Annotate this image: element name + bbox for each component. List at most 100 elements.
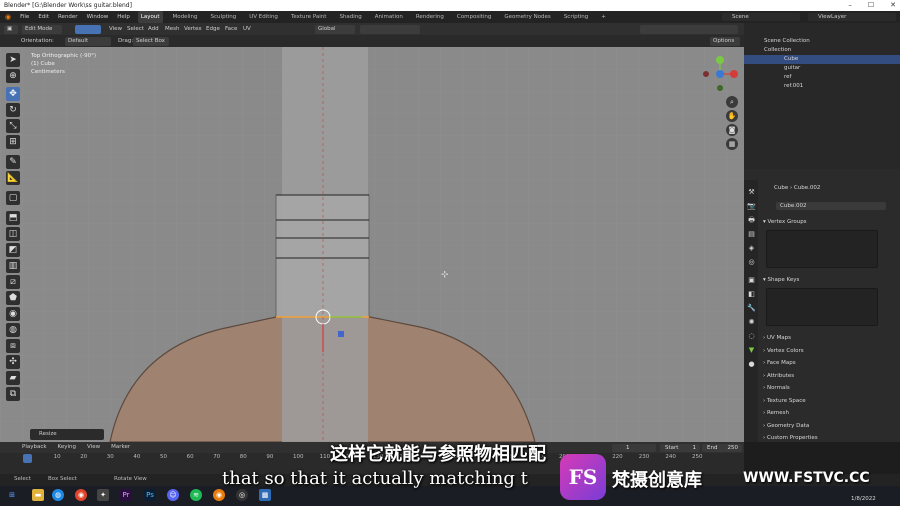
camera-icon[interactable]: ◙ bbox=[726, 124, 738, 136]
output-tab-icon[interactable]: 🖶 bbox=[747, 216, 756, 225]
panel-uv-maps[interactable]: › UV Maps bbox=[763, 334, 791, 343]
edge-slide-tool-icon[interactable]: ⧈ bbox=[6, 339, 20, 353]
blender-logo-icon[interactable]: ◉ bbox=[4, 11, 12, 23]
timeline-menu-view[interactable]: View bbox=[87, 442, 100, 453]
material-tab-icon[interactable]: ● bbox=[747, 360, 756, 369]
bevel-tool-icon[interactable]: ◩ bbox=[6, 243, 20, 257]
physics-tab-icon[interactable]: ◌ bbox=[747, 332, 756, 341]
panel-attributes[interactable]: › Attributes bbox=[763, 372, 794, 381]
shape-keys-list[interactable] bbox=[766, 288, 878, 326]
panel-vertex-groups[interactable]: ▾ Vertex Groups bbox=[763, 218, 807, 227]
collection-tab-icon[interactable]: ▣ bbox=[747, 276, 756, 285]
discord-icon[interactable]: ☺ bbox=[167, 489, 179, 501]
transform-orientation-selector[interactable]: Global bbox=[315, 24, 355, 34]
shear-tool-icon[interactable]: ▰ bbox=[6, 371, 20, 385]
navigation-gizmo[interactable] bbox=[698, 52, 742, 96]
world-tab-icon[interactable]: ◎ bbox=[747, 258, 756, 267]
playhead[interactable] bbox=[23, 454, 32, 463]
menu-select[interactable]: Select bbox=[127, 23, 144, 35]
photos-icon[interactable]: ▩ bbox=[259, 489, 271, 501]
view-layer-selector[interactable]: ViewLayer bbox=[808, 13, 896, 21]
scene-tab-icon[interactable]: ◈ bbox=[747, 244, 756, 253]
snapping-controls[interactable] bbox=[360, 24, 420, 34]
inset-tool-icon[interactable]: ◫ bbox=[6, 227, 20, 241]
spotify-icon[interactable]: ≋ bbox=[190, 489, 202, 501]
menu-file[interactable]: File bbox=[19, 11, 30, 23]
menu-view[interactable]: View bbox=[109, 23, 122, 35]
close-icon[interactable]: ✕ bbox=[890, 0, 896, 11]
particles-tab-icon[interactable]: ✺ bbox=[747, 318, 756, 327]
chrome-icon[interactable]: ◉ bbox=[75, 489, 87, 501]
windows-start-icon[interactable]: ⊞ bbox=[6, 489, 18, 501]
loop-cut-tool-icon[interactable]: ▥ bbox=[6, 259, 20, 273]
premiere-icon[interactable]: Pr bbox=[120, 489, 132, 501]
shrink-fatten-tool-icon[interactable]: ✣ bbox=[6, 355, 20, 369]
menu-help[interactable]: Help bbox=[116, 11, 131, 23]
transform-tool-icon[interactable]: ⊞ bbox=[6, 135, 20, 149]
timeline-menu-marker[interactable]: Marker bbox=[111, 442, 130, 453]
knife-tool-icon[interactable]: ⧄ bbox=[6, 275, 20, 289]
outliner-item-guitar[interactable]: guitar bbox=[744, 64, 900, 73]
file-explorer-icon[interactable]: ▬ bbox=[32, 489, 44, 501]
start-frame-field[interactable]: Start 1 bbox=[660, 444, 700, 452]
add-cube-tool-icon[interactable]: ▢ bbox=[6, 191, 20, 205]
photoshop-icon[interactable]: Ps bbox=[144, 489, 156, 501]
menu-edit[interactable]: Edit bbox=[37, 11, 50, 23]
extrude-tool-icon[interactable]: ⬒ bbox=[6, 211, 20, 225]
pan-hand-icon[interactable]: ✋ bbox=[726, 110, 738, 122]
menu-mesh[interactable]: Mesh bbox=[165, 23, 179, 35]
blender-taskbar-icon[interactable]: ◉ bbox=[213, 489, 225, 501]
timeline-menu-keying[interactable]: Keying bbox=[58, 442, 76, 453]
move-tool-icon[interactable]: ✥ bbox=[6, 87, 20, 101]
tab-texture-paint[interactable]: Texture Paint bbox=[288, 11, 330, 23]
tab-rendering[interactable]: Rendering bbox=[413, 11, 447, 23]
orientation-dropdown[interactable]: Default bbox=[65, 36, 111, 46]
smooth-tool-icon[interactable]: ◍ bbox=[6, 323, 20, 337]
scale-tool-icon[interactable]: ⤡ bbox=[6, 119, 20, 133]
panel-face-maps[interactable]: › Face Maps bbox=[763, 359, 796, 368]
mode-selector[interactable]: Edit Mode bbox=[22, 24, 62, 34]
zoom-icon[interactable]: ⌕ bbox=[726, 96, 738, 108]
tab-compositing[interactable]: Compositing bbox=[454, 11, 494, 23]
menu-window[interactable]: Window bbox=[86, 11, 110, 23]
maximize-icon[interactable]: ☐ bbox=[868, 0, 874, 11]
object-tab-icon[interactable]: ◧ bbox=[747, 290, 756, 299]
shading-mode-buttons[interactable] bbox=[640, 24, 738, 34]
drag-dropdown[interactable]: Select Box bbox=[133, 36, 169, 46]
outliner-item-ref[interactable]: ref bbox=[744, 73, 900, 82]
menu-edge[interactable]: Edge bbox=[206, 23, 220, 35]
minimize-icon[interactable]: – bbox=[848, 0, 852, 11]
spin-tool-icon[interactable]: ◉ bbox=[6, 307, 20, 321]
menu-uv[interactable]: UV bbox=[243, 23, 251, 35]
poly-build-tool-icon[interactable]: ⬟ bbox=[6, 291, 20, 305]
data-tab-icon[interactable]: ▼ bbox=[747, 346, 756, 355]
vertex-groups-list[interactable] bbox=[766, 230, 878, 268]
scene-selector[interactable]: Scene bbox=[722, 13, 800, 21]
timeline-menu-playback[interactable]: Playback bbox=[22, 442, 47, 453]
render-tab-icon[interactable]: 📷 bbox=[747, 202, 756, 211]
current-frame-field[interactable]: 1 bbox=[612, 444, 656, 452]
tab-sculpting[interactable]: Sculpting bbox=[208, 11, 240, 23]
view-layer-tab-icon[interactable]: ▤ bbox=[747, 230, 756, 239]
app-icon[interactable]: ✦ bbox=[97, 489, 109, 501]
last-operator-panel[interactable]: Resize bbox=[30, 429, 104, 440]
obs-icon[interactable]: ◎ bbox=[236, 489, 248, 501]
panel-geometry-data[interactable]: › Geometry Data bbox=[763, 422, 809, 431]
tab-uv-editing[interactable]: UV Editing bbox=[246, 11, 281, 23]
select-tool-icon[interactable]: ➤ bbox=[6, 53, 20, 67]
end-frame-field[interactable]: End 250 bbox=[702, 444, 742, 452]
select-mode-buttons[interactable] bbox=[75, 24, 101, 34]
outliner-item-cube[interactable]: Cube bbox=[744, 55, 900, 64]
menu-vertex[interactable]: Vertex bbox=[184, 23, 202, 35]
tab-layout[interactable]: Layout bbox=[137, 11, 163, 23]
viewport-canvas[interactable]: ⊹ bbox=[0, 47, 744, 442]
tool-tab-icon[interactable]: ⚒ bbox=[747, 188, 756, 197]
tab-geometry-nodes[interactable]: Geometry Nodes bbox=[501, 11, 553, 23]
cursor-tool-icon[interactable]: ⊕ bbox=[6, 69, 20, 83]
tab-animation[interactable]: Animation bbox=[372, 11, 406, 23]
measure-tool-icon[interactable]: 📐 bbox=[6, 171, 20, 185]
panel-texture-space[interactable]: › Texture Space bbox=[763, 397, 806, 406]
panel-custom-properties[interactable]: › Custom Properties bbox=[763, 434, 818, 443]
modifier-tab-icon[interactable]: 🔧 bbox=[747, 304, 756, 313]
add-workspace-icon[interactable]: + bbox=[598, 11, 609, 23]
